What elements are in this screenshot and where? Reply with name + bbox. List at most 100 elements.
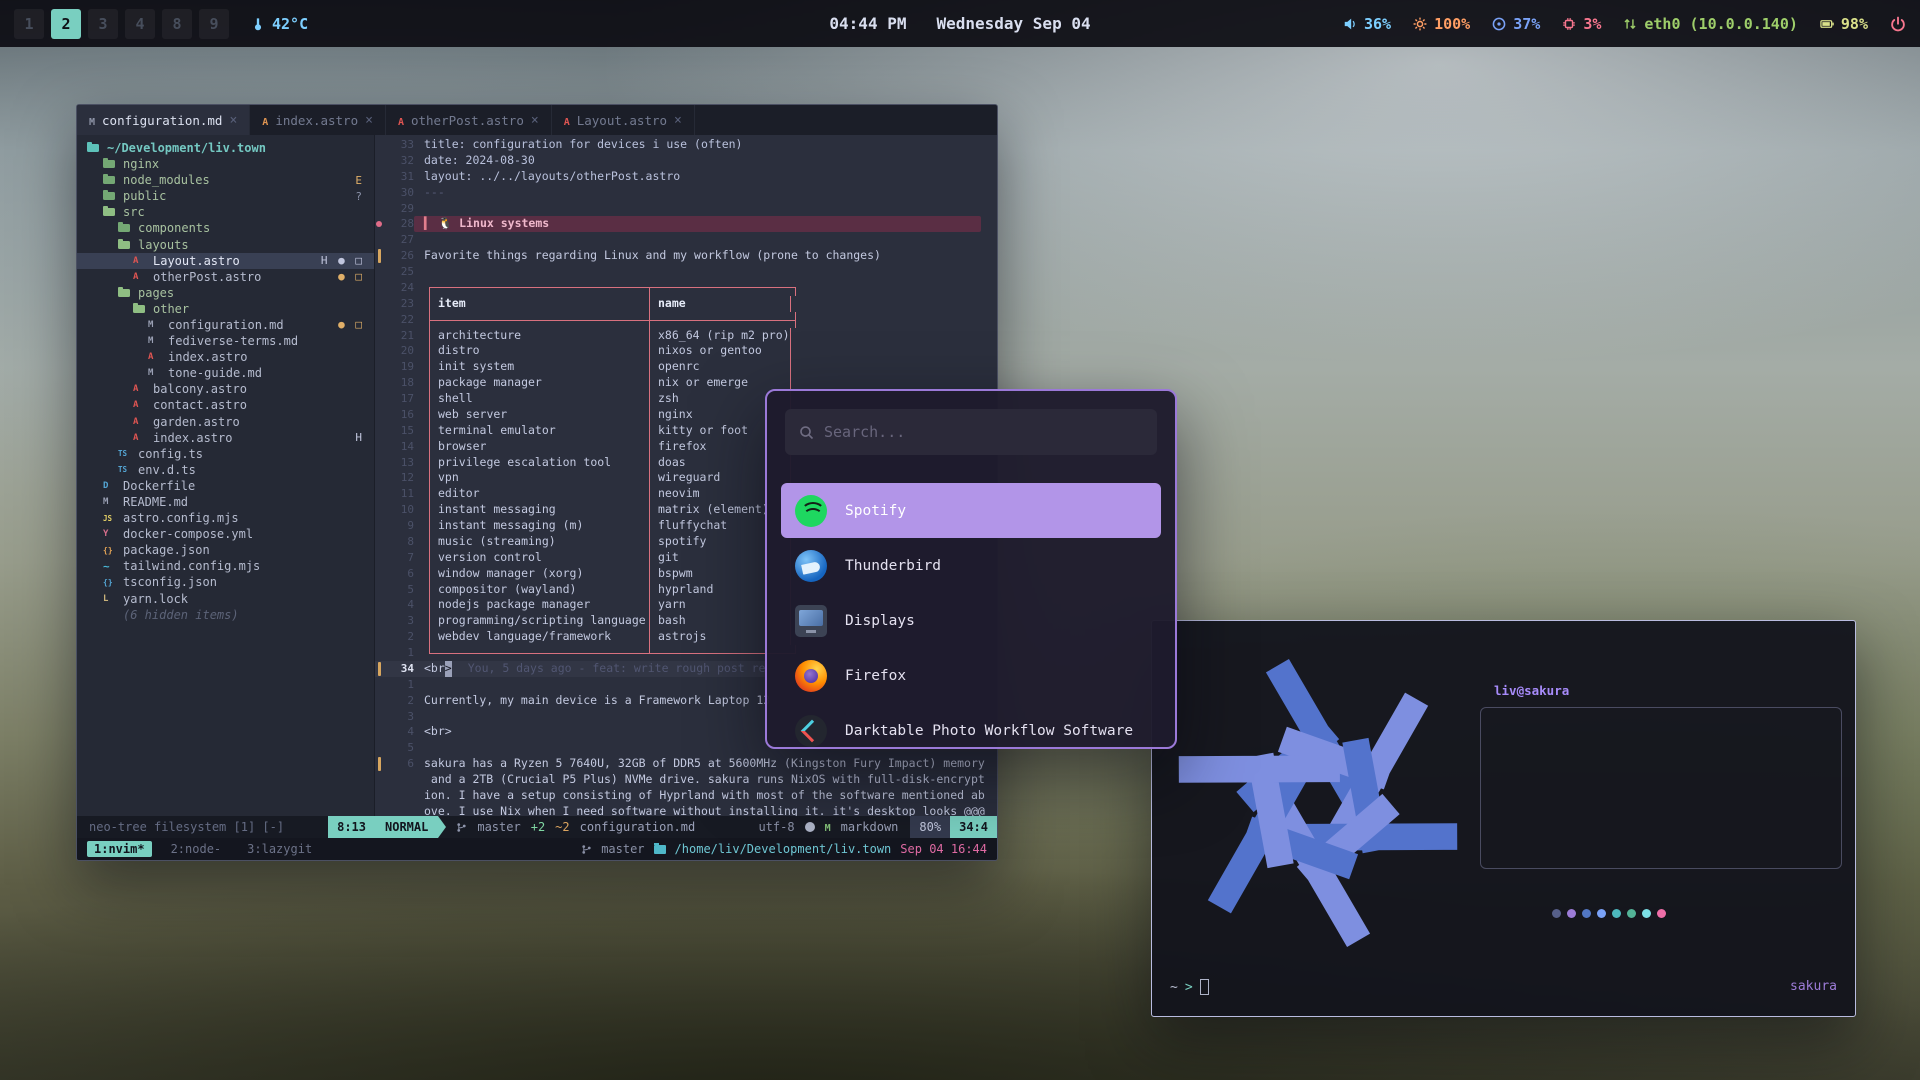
tree-item[interactable]: otherPost.astro ● □ <box>77 269 374 285</box>
tree-item[interactable]: configuration.md ● □ <box>77 317 374 333</box>
cpu-module[interactable]: 3% <box>1562 15 1601 33</box>
table-cell-item: web server <box>429 407 649 423</box>
tree-item[interactable]: garden.astro <box>77 414 374 430</box>
workspace-button[interactable]: 4 <box>125 9 155 39</box>
power-button[interactable] <box>1890 16 1906 32</box>
file-name: tailwind.config.mjs <box>123 559 260 573</box>
tree-item[interactable]: pages <box>77 285 374 301</box>
workspace-button[interactable]: 8 <box>162 9 192 39</box>
tree-item[interactable]: other <box>77 301 374 317</box>
editor-line: 33 title: configuration for devices i us… <box>375 137 997 153</box>
tree-item[interactable]: (6 hidden items) <box>77 607 374 623</box>
cursor-position: 34:4 <box>950 816 997 838</box>
workspace-button[interactable]: 2 <box>51 9 81 39</box>
workspace-button[interactable]: 9 <box>199 9 229 39</box>
line-number: 13 <box>384 455 414 471</box>
tree-item[interactable]: public ? <box>77 188 374 204</box>
file-icon <box>103 528 117 540</box>
tree-item[interactable]: balcony.astro <box>77 381 374 397</box>
editor-line: 27 <box>375 232 997 248</box>
gear-icon <box>1413 17 1427 31</box>
gutter-sign <box>375 439 384 455</box>
tree-root[interactable]: ~/Development/liv.town <box>77 139 374 156</box>
tree-item[interactable]: env.d.ts <box>77 462 374 478</box>
tree-item[interactable]: layouts <box>77 236 374 252</box>
tree-item[interactable]: components <box>77 220 374 236</box>
tree-item[interactable]: tone-guide.md <box>77 365 374 381</box>
git-blame-text <box>424 201 440 217</box>
workspace-button[interactable]: 3 <box>88 9 118 39</box>
gutter-sign <box>375 455 384 471</box>
tree-item[interactable]: astro.config.mjs <box>77 510 374 526</box>
file-name: tsconfig.json <box>123 575 217 589</box>
terminal-cursor[interactable] <box>1200 979 1209 995</box>
tree-item[interactable]: src <box>77 204 374 220</box>
tree-item[interactable]: contact.astro <box>77 397 374 413</box>
tmux-window[interactable]: 1:nvim* <box>87 841 152 857</box>
tree-item[interactable]: node_modules E <box>77 172 374 188</box>
tree-item[interactable]: config.ts <box>77 446 374 462</box>
tab-close-button[interactable]: × <box>674 113 682 128</box>
tab-close-button[interactable]: × <box>229 113 237 128</box>
line-content: and a 2TB (Crucial P5 Plus) NVMe drive. … <box>424 772 985 788</box>
launcher-app-item[interactable]: Thunderbird <box>781 538 1161 593</box>
editor-line: ove. I use Nix when I need software with… <box>375 804 997 816</box>
editor-tab[interactable]: otherPost.astro × <box>386 105 552 135</box>
file-badges: E <box>355 174 364 187</box>
line-content: <br <box>424 661 445 677</box>
tmux-window[interactable]: 3:lazygit <box>240 841 319 857</box>
tree-item[interactable]: README.md <box>77 494 374 510</box>
line-text: distro nixos or gentoo <box>414 343 997 359</box>
line-number: 14 <box>384 439 414 455</box>
line-content: sakura has a Ryzen 5 7640U, 32GB of DDR5… <box>424 756 985 772</box>
tree-item[interactable]: tailwind.config.mjs <box>77 558 374 574</box>
volume-module[interactable]: 36% <box>1343 15 1391 33</box>
launcher-app-item[interactable]: Darktable Photo Workflow Software <box>781 703 1161 749</box>
search-box[interactable] <box>785 409 1157 455</box>
launcher-app-item[interactable]: Firefox <box>781 648 1161 703</box>
file-name: fediverse-terms.md <box>168 334 298 348</box>
tree-item[interactable]: package.json <box>77 542 374 558</box>
network-module[interactable]: eth0 (10.0.0.140) <box>1623 15 1798 33</box>
cpu-value: 3% <box>1583 15 1601 33</box>
battery-module[interactable]: 98% <box>1820 15 1868 33</box>
workspace-button[interactable]: 1 <box>14 9 44 39</box>
line-content: Favorite things regarding Linux and my w… <box>424 248 881 264</box>
line-number: 25 <box>384 264 414 280</box>
editor-line: and a 2TB (Crucial P5 Plus) NVMe drive. … <box>375 772 997 788</box>
tmux-window[interactable]: 2:node- <box>164 841 229 857</box>
app-launcher[interactable]: Spotify Thunderbird Displays Firefox Dar… <box>765 389 1177 749</box>
disk-module[interactable]: 37% <box>1492 15 1540 33</box>
line-number: 34 <box>384 661 414 677</box>
line-number: 29 <box>384 201 414 217</box>
tree-item[interactable]: index.astro H <box>77 430 374 446</box>
file-icon <box>133 271 147 283</box>
fastfetch-terminal-window[interactable]: liv@sakura OS: NixOS 24.11.20240828.71e9… <box>1151 620 1856 1017</box>
tree-item[interactable]: tsconfig.json <box>77 574 374 590</box>
tab-close-button[interactable]: × <box>531 113 539 128</box>
editor-tab[interactable]: configuration.md × <box>77 105 250 135</box>
tree-item[interactable]: nginx <box>77 156 374 172</box>
tmux-current-path: /home/liv/Development/liv.town <box>675 842 892 856</box>
tree-item[interactable]: index.astro <box>77 349 374 365</box>
thermometer-icon <box>251 17 265 31</box>
gutter-sign <box>375 724 384 740</box>
launcher-app-item[interactable]: Displays <box>781 593 1161 648</box>
git-blame-text <box>743 137 759 153</box>
launcher-app-item[interactable]: Spotify <box>781 483 1161 538</box>
fetch-info-line: OS: NixOS 24.11.20240828.71e91c4 (Vicuna… <box>1493 716 1831 732</box>
tree-item[interactable]: Layout.astro H ● □ <box>77 253 374 269</box>
file-encoding: utf-8 <box>758 820 794 834</box>
tree-item[interactable]: fediverse-terms.md <box>77 333 374 349</box>
search-input[interactable] <box>824 423 1143 441</box>
table-cell-item: nodejs package manager <box>429 597 649 613</box>
table-cell-item: window manager (xorg) <box>429 566 649 582</box>
tree-item[interactable]: Dockerfile <box>77 478 374 494</box>
editor-tab[interactable]: Layout.astro × <box>552 105 695 135</box>
editor-tab[interactable]: index.astro × <box>250 105 386 135</box>
tab-close-button[interactable]: × <box>365 113 373 128</box>
tree-item[interactable]: docker-compose.yml <box>77 526 374 542</box>
brightness-module[interactable]: 100% <box>1413 15 1470 33</box>
tree-item[interactable]: yarn.lock <box>77 591 374 607</box>
file-icon <box>148 351 162 363</box>
